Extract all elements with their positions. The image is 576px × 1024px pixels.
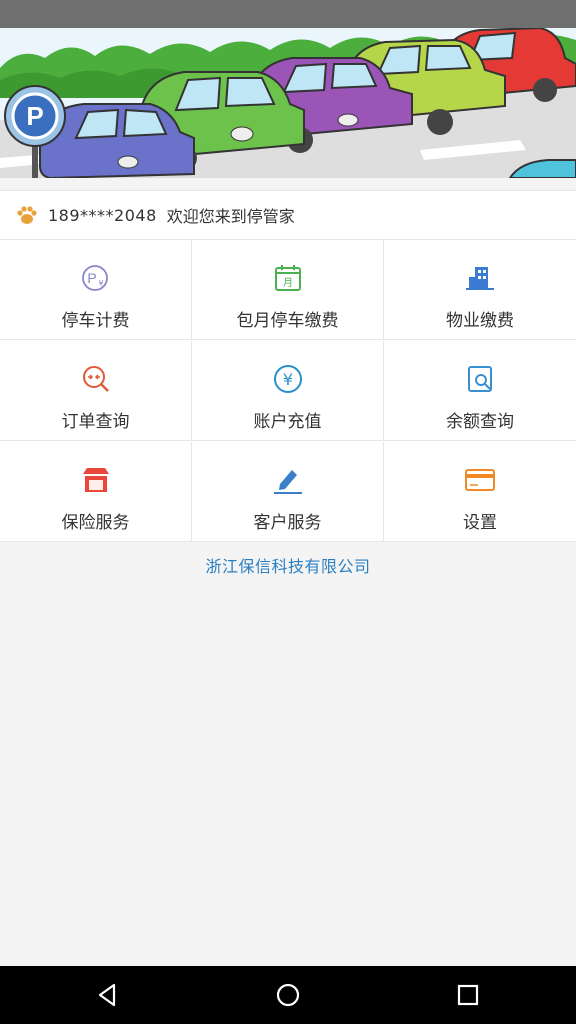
menu-item-balance-query[interactable]: 余额查询 xyxy=(384,341,576,441)
menu-item-insurance[interactable]: 保险服务 xyxy=(0,442,192,542)
parking-fee-icon: P ¥ xyxy=(81,265,108,291)
menu-label: 停车计费 xyxy=(61,311,130,331)
svg-text:月: 月 xyxy=(283,277,293,289)
welcome-bar: 189****2048 欢迎您来到停管家 xyxy=(0,190,576,240)
yen-icon: ¥ xyxy=(273,365,302,393)
order-search-icon xyxy=(82,366,109,392)
user-phone: 189****2048 xyxy=(48,205,157,225)
menu-item-order-query[interactable]: 订单查询 xyxy=(0,341,192,441)
menu-label: 余额查询 xyxy=(446,412,514,432)
menu-label: 订单查询 xyxy=(61,412,130,432)
menu-label: 物业缴费 xyxy=(446,311,514,331)
menu-item-monthly-parking[interactable]: 月 包月停车缴费 xyxy=(192,240,384,340)
back-icon[interactable] xyxy=(94,981,122,1009)
menu-grid: P ¥ 停车计费 月 包月停车缴费 物业缴费 订单查询 ¥ 账户充值 余额查询 … xyxy=(0,240,576,542)
company-link[interactable]: 浙江保信科技有限公司 xyxy=(0,553,576,577)
svg-text:P: P xyxy=(26,101,43,131)
menu-item-account-recharge[interactable]: ¥ 账户充值 xyxy=(192,341,384,441)
status-bar xyxy=(0,0,576,28)
navigation-bar xyxy=(0,966,576,1024)
svg-text:¥: ¥ xyxy=(282,370,292,389)
menu-item-property-fee[interactable]: 物业缴费 xyxy=(384,240,576,340)
edit-icon xyxy=(273,470,302,494)
menu-label: 设置 xyxy=(463,513,497,533)
menu-label: 包月停车缴费 xyxy=(236,311,339,331)
parking-banner: P xyxy=(0,28,576,178)
welcome-message: 欢迎您来到停管家 xyxy=(166,207,295,226)
menu-item-customer-service[interactable]: 客户服务 xyxy=(192,442,384,542)
building-icon xyxy=(466,267,494,290)
menu-item-parking-fee[interactable]: P ¥ 停车计费 xyxy=(0,240,192,340)
svg-text:P: P xyxy=(87,270,96,286)
calendar-icon: 月 xyxy=(274,265,301,291)
document-search-icon xyxy=(468,366,492,392)
banner-illustration: P xyxy=(0,28,576,178)
spacer xyxy=(0,178,576,190)
menu-label: 客户服务 xyxy=(253,513,322,533)
recents-icon[interactable] xyxy=(454,981,482,1009)
card-icon xyxy=(465,469,495,491)
menu-label: 保险服务 xyxy=(61,513,130,533)
svg-text:¥: ¥ xyxy=(98,279,103,288)
paw-icon xyxy=(17,206,37,224)
menu-item-settings[interactable]: 设置 xyxy=(384,442,576,542)
home-icon[interactable] xyxy=(274,981,302,1009)
menu-label: 账户充值 xyxy=(253,412,322,432)
shop-icon xyxy=(82,468,109,492)
